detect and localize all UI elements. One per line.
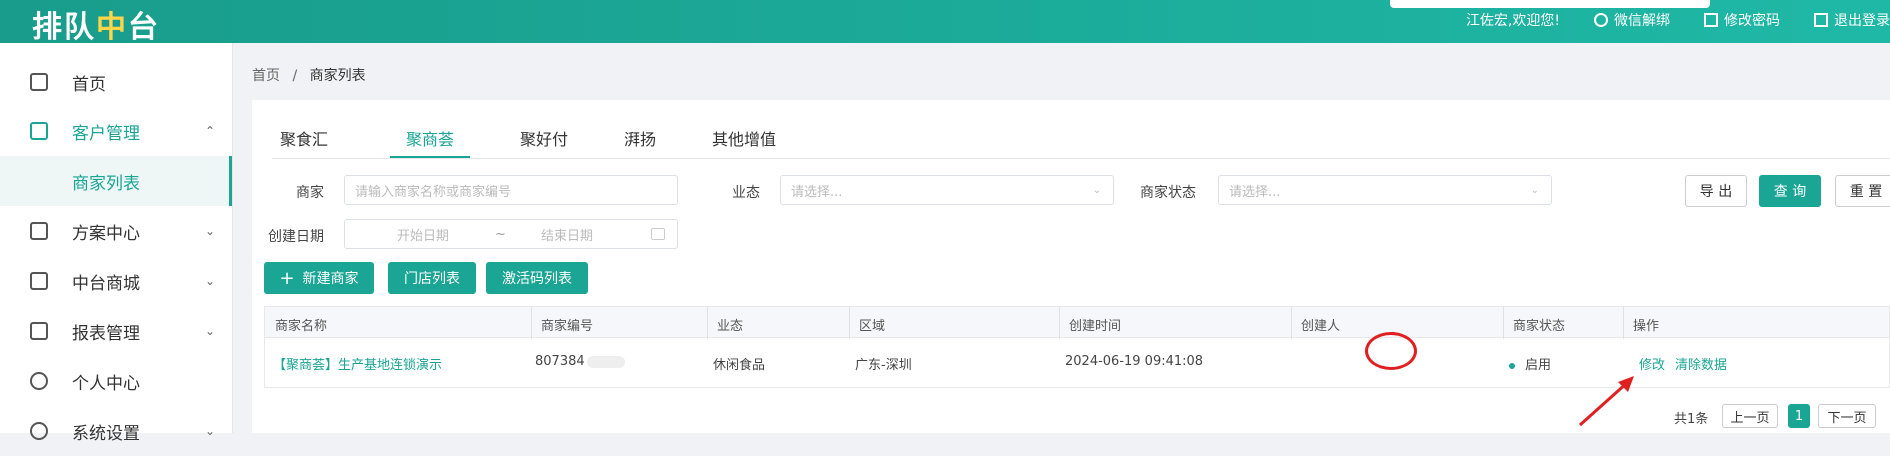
- merchant-label: 商家: [296, 185, 324, 201]
- change-password-link[interactable]: 修改密码: [1704, 10, 1780, 30]
- active-tab-indicator: [390, 156, 470, 158]
- clear-data-link[interactable]: 清除数据: [1675, 354, 1727, 373]
- chevron-down-icon: ⌄: [205, 274, 216, 288]
- export-button[interactable]: 导 出: [1685, 175, 1747, 207]
- chevron-down-icon: ⌄: [1092, 184, 1101, 196]
- table-header: 商家名称 商家编号 业态 区域 创建时间 创建人 商家状态 操作: [264, 306, 1890, 339]
- date-label: 创建日期: [268, 229, 324, 245]
- merchant-format: 休闲食品: [713, 358, 766, 373]
- top-bar: 排队中台 江佐宏,欢迎您! 微信解绑 修改密码 退出登录: [0, 0, 1890, 45]
- status-label: 商家状态: [1140, 185, 1196, 201]
- created-time: 2024-06-19 09:41:08: [1065, 354, 1204, 369]
- new-merchant-button[interactable]: + 新建商家: [264, 262, 374, 294]
- chevron-down-icon: ⌄: [205, 424, 216, 438]
- top-search-box[interactable]: [1390, 0, 1710, 8]
- tab-jushanghui[interactable]: 聚商荟: [406, 126, 454, 150]
- logout-link[interactable]: 退出登录: [1814, 10, 1890, 30]
- customer-icon: [30, 122, 48, 140]
- main-card: 聚食汇 聚商荟 聚好付 湃扬 其他增值 商家 请输入商家名称或商家编号 业态 请…: [252, 100, 1890, 433]
- wechat-icon: [1594, 13, 1608, 27]
- format-select[interactable]: 请选择... ⌄: [780, 175, 1114, 205]
- merchant-search-input[interactable]: 请输入商家名称或商家编号: [344, 175, 678, 205]
- edit-link[interactable]: 修改: [1639, 354, 1665, 373]
- sidebar-item-mall[interactable]: 中台商城 ⌄: [0, 256, 232, 306]
- merchant-region: 广东-深圳: [855, 358, 912, 373]
- annotation-arrow-icon: [1578, 376, 1634, 427]
- tab-bar: 聚食汇 聚商荟 聚好付 湃扬 其他增值: [272, 100, 1890, 159]
- reset-button[interactable]: 重 置: [1835, 175, 1890, 207]
- page-1-button[interactable]: 1: [1788, 404, 1810, 428]
- annotation-circle: [1365, 332, 1417, 370]
- sidebar-item-plan-center[interactable]: 方案中心 ⌄: [0, 206, 232, 256]
- chevron-up-icon: ⌃: [205, 124, 216, 138]
- tab-jushihui[interactable]: 聚食汇: [280, 126, 328, 150]
- merchant-status: 启用: [1509, 354, 1551, 373]
- store-list-button[interactable]: 门店列表: [388, 262, 476, 294]
- tab-paiyang[interactable]: 湃扬: [624, 126, 656, 150]
- sidebar-item-home[interactable]: 首页: [0, 57, 232, 107]
- top-nav: 江佐宏,欢迎您! 微信解绑 修改密码 退出登录: [1466, 10, 1890, 30]
- next-page-button[interactable]: 下一页: [1818, 404, 1876, 428]
- logout-icon: [1814, 13, 1828, 27]
- chevron-down-icon: ⌄: [1530, 184, 1539, 196]
- table-row: 【聚商荟】生产基地连锁演示 807384 休闲食品 广东-深圳 2024-06-…: [264, 338, 1890, 388]
- breadcrumb: 首页 / 商家列表: [252, 68, 366, 84]
- prev-page-button[interactable]: 上一页: [1722, 404, 1778, 428]
- welcome-text: 江佐宏,欢迎您!: [1465, 13, 1560, 29]
- chevron-down-icon: ⌄: [205, 324, 216, 338]
- gear-icon: [30, 422, 48, 440]
- sidebar: 首页 客户管理 ⌃ 商家列表 方案中心 ⌄ 中台商城 ⌄ 报表管理 ⌄ 个人中心…: [0, 43, 233, 444]
- lock-icon: [1704, 13, 1718, 27]
- activation-code-list-button[interactable]: 激活码列表: [486, 262, 588, 294]
- plan-icon: [30, 222, 48, 240]
- query-button[interactable]: 查 询: [1759, 175, 1821, 207]
- plus-icon: +: [279, 267, 295, 289]
- date-range-picker[interactable]: 开始日期 ~ 结束日期: [344, 219, 678, 249]
- chevron-down-icon: ⌄: [205, 224, 216, 238]
- breadcrumb-home[interactable]: 首页: [252, 68, 280, 84]
- sidebar-item-reports[interactable]: 报表管理 ⌄: [0, 306, 232, 356]
- pagination-total: 共1条: [1674, 412, 1709, 427]
- format-label: 业态: [732, 185, 760, 201]
- app-logo: 排队中台: [32, 10, 160, 45]
- store-icon: [30, 272, 48, 290]
- sidebar-item-personal-center[interactable]: 个人中心: [0, 356, 232, 406]
- redacted-mask: [586, 355, 625, 368]
- report-icon: [30, 322, 48, 340]
- merchant-code: 807384: [535, 354, 625, 369]
- sidebar-item-system-settings[interactable]: 系统设置 ⌄: [0, 406, 232, 456]
- breadcrumb-current: 商家列表: [309, 68, 366, 84]
- status-dot-icon: [1509, 362, 1515, 369]
- user-icon: [30, 372, 48, 390]
- tab-other-services[interactable]: 其他增值: [712, 126, 776, 150]
- home-icon: [30, 73, 48, 91]
- merchant-name-link[interactable]: 【聚商荟】生产基地连锁演示: [273, 354, 442, 373]
- sidebar-item-customer-management[interactable]: 客户管理 ⌃: [0, 106, 232, 156]
- calendar-icon: [651, 228, 665, 240]
- status-select[interactable]: 请选择... ⌄: [1218, 175, 1552, 205]
- tab-juhaofu[interactable]: 聚好付: [520, 126, 568, 150]
- wechat-unbind-link[interactable]: 微信解绑: [1594, 10, 1670, 30]
- sidebar-item-merchant-list[interactable]: 商家列表: [0, 156, 232, 206]
